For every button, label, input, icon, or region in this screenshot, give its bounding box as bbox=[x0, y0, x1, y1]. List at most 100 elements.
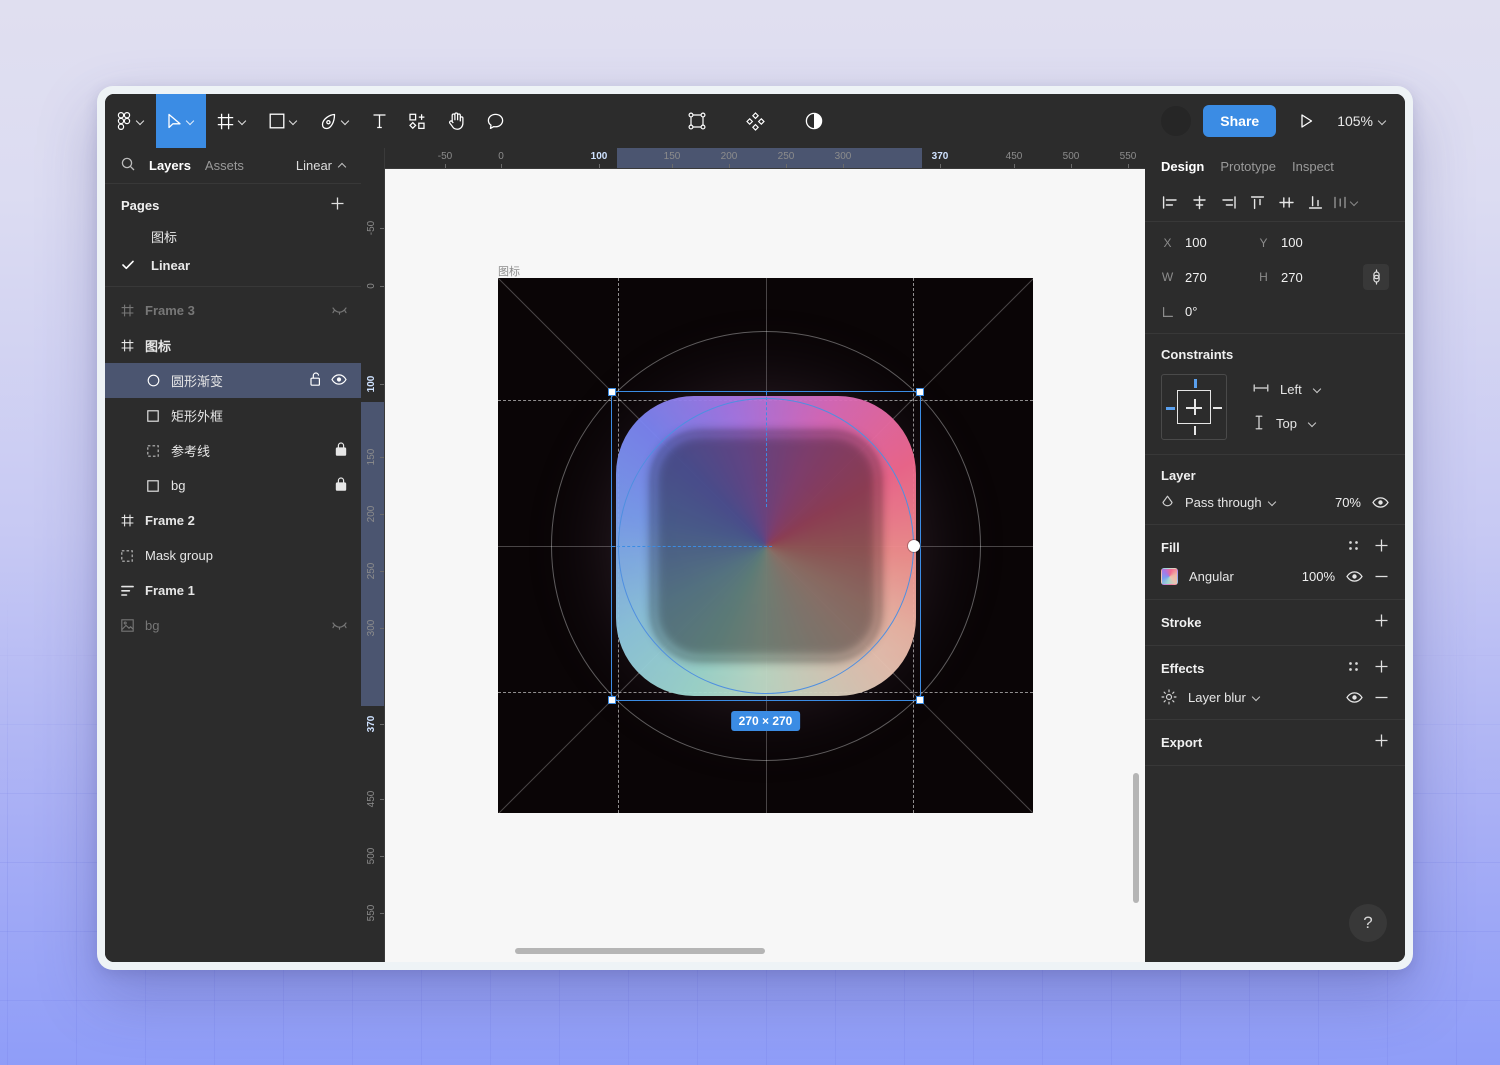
distribute-more-icon[interactable] bbox=[1333, 195, 1359, 210]
components-tool-button[interactable] bbox=[398, 94, 437, 148]
canvas-viewport[interactable]: 图标 bbox=[385, 169, 1145, 962]
gradient-handle-circle[interactable] bbox=[618, 398, 914, 694]
zoom-control[interactable]: 105% bbox=[1337, 113, 1387, 129]
align-horizontal-center-icon[interactable] bbox=[1186, 190, 1213, 216]
layer-row-frame-1[interactable]: Frame 1 bbox=[105, 573, 361, 608]
layer-row-yuanxingjianbian[interactable]: 圆形渐变 bbox=[105, 363, 361, 398]
w-value[interactable]: 270 bbox=[1185, 270, 1207, 285]
link-constrain-icon[interactable] bbox=[1363, 264, 1389, 290]
lock-icon[interactable] bbox=[335, 477, 347, 494]
gradient-handle-dot[interactable] bbox=[908, 540, 920, 552]
move-tool-button[interactable] bbox=[156, 94, 206, 148]
layer-row-cankaoxian[interactable]: 参考线 bbox=[105, 433, 361, 468]
align-left-icon[interactable] bbox=[1157, 190, 1184, 216]
horizontal-scrollbar[interactable] bbox=[515, 948, 765, 954]
tab-layers[interactable]: Layers bbox=[149, 158, 191, 173]
vertical-constraint-dropdown[interactable]: Top bbox=[1253, 415, 1322, 433]
constraint-pin-left[interactable] bbox=[1166, 407, 1175, 410]
style-dots-icon[interactable] bbox=[1347, 660, 1360, 676]
eye-icon[interactable] bbox=[1346, 692, 1363, 703]
remove-fill-button[interactable] bbox=[1374, 569, 1389, 584]
tab-inspect[interactable]: Inspect bbox=[1292, 159, 1334, 174]
rotation-value[interactable]: 0° bbox=[1185, 304, 1197, 319]
align-right-icon[interactable] bbox=[1215, 190, 1242, 216]
page-row-tubiao[interactable]: 图标 bbox=[105, 222, 361, 251]
angular-gradient-swatch[interactable] bbox=[1161, 568, 1178, 585]
h-value[interactable]: 270 bbox=[1281, 270, 1303, 285]
layer-row-bg-inner[interactable]: bg bbox=[105, 468, 361, 503]
shape-tool-button[interactable] bbox=[258, 94, 309, 148]
hidden-eye-icon[interactable] bbox=[332, 303, 347, 318]
help-button[interactable]: ? bbox=[1349, 904, 1387, 942]
comment-tool-button[interactable] bbox=[476, 94, 515, 148]
search-icon[interactable] bbox=[121, 157, 135, 174]
y-value[interactable]: 100 bbox=[1281, 235, 1303, 250]
style-dots-icon[interactable] bbox=[1347, 539, 1360, 555]
hand-tool-button[interactable] bbox=[437, 94, 476, 148]
constraint-pin-right[interactable] bbox=[1213, 407, 1222, 409]
remove-effect-button[interactable] bbox=[1374, 690, 1389, 705]
resize-handle-bottom-left[interactable] bbox=[608, 696, 616, 704]
layer-row-tubiao[interactable]: 图标 bbox=[105, 328, 361, 363]
blend-mode-dropdown[interactable]: Pass through bbox=[1185, 495, 1324, 510]
add-fill-button[interactable] bbox=[1374, 538, 1389, 556]
y-field[interactable]: Y 100 bbox=[1257, 235, 1353, 250]
figma-menu-button[interactable] bbox=[105, 94, 156, 148]
h-field[interactable]: H 270 bbox=[1257, 270, 1353, 285]
resize-handle-top-right[interactable] bbox=[916, 388, 924, 396]
constraint-pin-top[interactable] bbox=[1194, 379, 1197, 388]
hidden-eye-icon[interactable] bbox=[332, 618, 347, 633]
rotation-field[interactable]: 0° bbox=[1161, 304, 1257, 319]
page-row-linear[interactable]: Linear bbox=[105, 251, 361, 280]
layer-row-bg-image[interactable]: bg bbox=[105, 608, 361, 643]
page-selector[interactable]: Linear bbox=[296, 158, 347, 173]
add-stroke-button[interactable] bbox=[1374, 613, 1389, 631]
tab-assets[interactable]: Assets bbox=[205, 158, 244, 173]
present-button[interactable] bbox=[1288, 113, 1325, 129]
eye-icon[interactable] bbox=[1346, 571, 1363, 582]
constraint-pin-bottom[interactable] bbox=[1194, 426, 1196, 435]
contrast-button[interactable] bbox=[794, 112, 834, 130]
horizontal-ruler[interactable]: -500100150200250300370450500550 bbox=[385, 148, 1145, 169]
add-export-button[interactable] bbox=[1374, 733, 1389, 751]
layer-row-frame-2[interactable]: Frame 2 bbox=[105, 503, 361, 538]
add-effect-button[interactable] bbox=[1374, 659, 1389, 677]
horizontal-constraint-dropdown[interactable]: Left bbox=[1253, 382, 1322, 397]
text-tool-button[interactable] bbox=[361, 94, 398, 148]
eye-icon[interactable] bbox=[1372, 497, 1389, 508]
eye-icon[interactable] bbox=[331, 373, 347, 388]
layer-row-juxingwaikuang[interactable]: 矩形外框 bbox=[105, 398, 361, 433]
layer-row-mask-group[interactable]: Mask group bbox=[105, 538, 361, 573]
effect-type-dropdown[interactable]: Layer blur bbox=[1188, 690, 1335, 705]
transform-section: X 100 Y 100 W 270 H 270 bbox=[1145, 222, 1405, 334]
add-page-button[interactable] bbox=[330, 196, 345, 214]
vertical-ruler[interactable]: -500100150200250300370450500550 bbox=[361, 169, 385, 962]
resize-handle-bottom-right[interactable] bbox=[916, 696, 924, 704]
avatar[interactable] bbox=[1161, 106, 1191, 136]
tab-design[interactable]: Design bbox=[1161, 159, 1204, 174]
pen-tool-button[interactable] bbox=[309, 94, 361, 148]
frame-label[interactable]: 图标 bbox=[498, 263, 520, 279]
resize-handle-top-left[interactable] bbox=[608, 388, 616, 396]
align-top-icon[interactable] bbox=[1244, 190, 1271, 216]
fill-type-label[interactable]: Angular bbox=[1189, 569, 1291, 584]
constraints-pad[interactable] bbox=[1161, 374, 1227, 440]
icon-frame[interactable]: 270 × 270 bbox=[498, 278, 1033, 813]
align-vertical-center-icon[interactable] bbox=[1273, 190, 1300, 216]
fill-opacity-value[interactable]: 100% bbox=[1302, 569, 1335, 584]
lock-icon[interactable] bbox=[335, 442, 347, 459]
vertical-scrollbar[interactable] bbox=[1133, 773, 1139, 903]
share-button[interactable]: Share bbox=[1203, 105, 1276, 137]
w-field[interactable]: W 270 bbox=[1161, 270, 1257, 285]
selection-bounds-button[interactable] bbox=[677, 112, 717, 130]
x-value[interactable]: 100 bbox=[1185, 235, 1207, 250]
layer-row-frame-3[interactable]: Frame 3 bbox=[105, 293, 361, 328]
tab-prototype[interactable]: Prototype bbox=[1220, 159, 1276, 174]
components-diamond-button[interactable] bbox=[735, 112, 776, 131]
layer-opacity-value[interactable]: 70% bbox=[1335, 495, 1361, 510]
frame-tool-button[interactable] bbox=[206, 94, 258, 148]
x-field[interactable]: X 100 bbox=[1161, 235, 1257, 250]
unlock-icon[interactable] bbox=[310, 372, 322, 389]
align-bottom-icon[interactable] bbox=[1302, 190, 1329, 216]
constraints-pad-crosshair bbox=[1194, 399, 1196, 415]
